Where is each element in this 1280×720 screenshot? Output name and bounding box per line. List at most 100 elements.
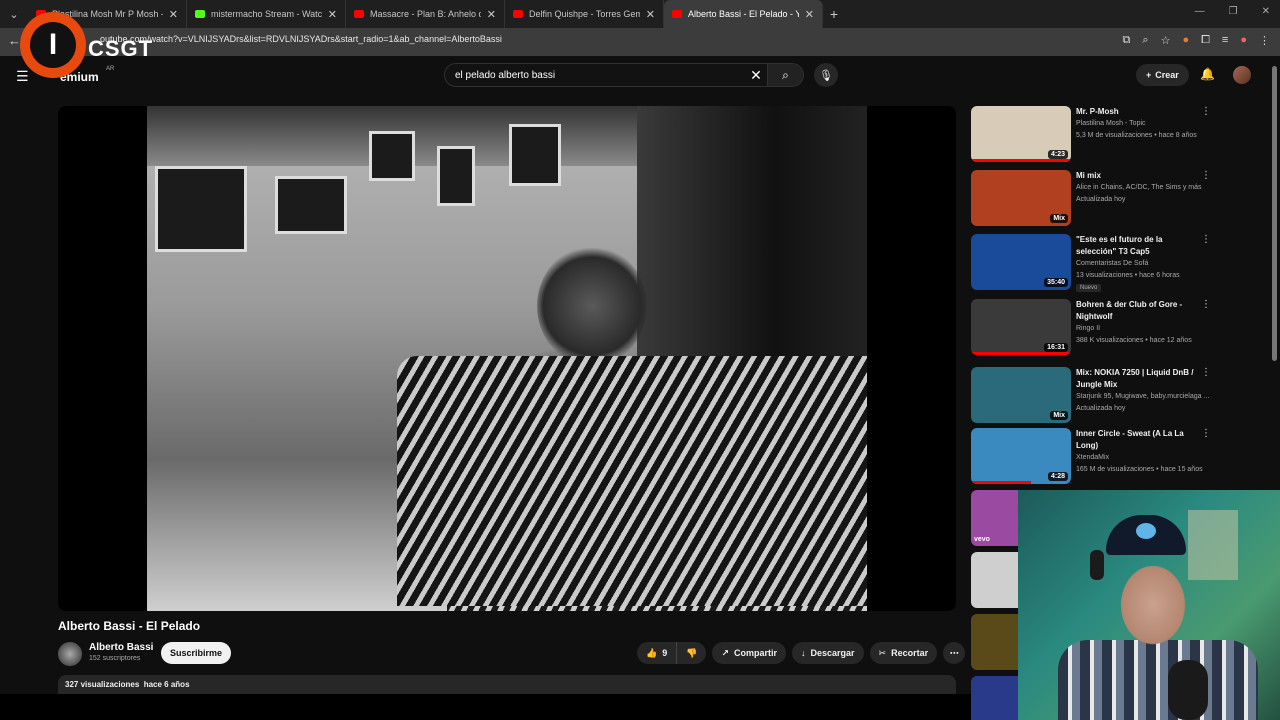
watch-progress-bar <box>971 352 1071 355</box>
cast-icon[interactable]: ⧉ <box>1123 34 1131 47</box>
dislike-button[interactable]: 👎 <box>677 642 707 664</box>
search-button[interactable]: ⌕ <box>767 64 803 86</box>
recommendation-thumbnail[interactable]: 35:40 <box>971 234 1071 290</box>
search-input[interactable] <box>445 69 745 81</box>
more-options-icon[interactable]: ⋮ <box>1201 170 1211 181</box>
recommendation-title[interactable]: Mix: NOKIA 7250 | Liquid DnB / Jungle Mi… <box>1076 367 1201 391</box>
tab-favicon-icon <box>195 10 205 18</box>
recommendation-channel[interactable]: Ringo II <box>1076 323 1211 335</box>
tab-favicon-icon <box>513 10 523 18</box>
tab-search-icon[interactable]: ⌄ <box>0 0 28 28</box>
tab-close-icon[interactable]: ✕ <box>487 8 496 21</box>
create-label: Crear <box>1155 70 1179 80</box>
download-button[interactable]: ↓ Descargar <box>792 642 864 664</box>
subscribe-button[interactable]: Suscribirme <box>161 642 232 664</box>
tab-close-icon[interactable]: ✕ <box>805 8 814 21</box>
create-button[interactable]: + Crear <box>1136 64 1189 86</box>
view-count: 327 visualizaciones <box>65 680 140 689</box>
voice-search-button[interactable]: 🎙 <box>814 63 838 87</box>
reading-list-icon[interactable]: ≡ <box>1222 34 1228 47</box>
webcam-cap-logo <box>1136 523 1156 539</box>
browser-tab[interactable]: mistermacho Stream - Watch Li ✕ <box>187 0 346 28</box>
extension-icon[interactable]: ● <box>1182 34 1189 47</box>
browser-menu-icon[interactable]: ⋮ <box>1259 34 1270 47</box>
recommendation-channel[interactable]: Plastilina Mosh - Topic <box>1076 118 1211 130</box>
recommendation-channel[interactable]: XtendaMix <box>1076 452 1211 464</box>
close-window-icon[interactable]: ✕ <box>1262 6 1270 17</box>
share-button[interactable]: ↗ Compartir <box>712 642 787 664</box>
more-options-icon[interactable]: ⋮ <box>1201 299 1211 310</box>
recommendation-thumbnail[interactable]: 4:28 <box>971 428 1071 484</box>
recommendation-item[interactable]: 4:28 Inner Circle - Sweat (A La La Long)… <box>971 428 1211 486</box>
new-tab-button[interactable]: + <box>823 6 845 22</box>
more-options-icon[interactable]: ⋮ <box>1201 234 1211 245</box>
tab-close-icon[interactable]: ✕ <box>328 8 337 21</box>
recommendation-item[interactable]: 16:31 Bohren & der Club of Gore - Nightw… <box>971 299 1211 357</box>
tab-favicon-icon <box>672 10 682 18</box>
recommendation-thumbnail[interactable]: Mix <box>971 367 1071 423</box>
tab-close-icon[interactable]: ✕ <box>169 8 178 21</box>
hamburger-menu-icon[interactable]: ☰ <box>16 68 29 85</box>
search-icon: ⌕ <box>782 67 789 82</box>
more-options-icon[interactable]: ⋮ <box>1201 106 1211 117</box>
recommendation-item[interactable]: Mix Mix: NOKIA 7250 | Liquid DnB / Jungl… <box>971 367 1211 425</box>
recommendation-title[interactable]: Bohren & der Club of Gore - Nightwolf <box>1076 299 1201 323</box>
recommendation-item[interactable]: 35:40 "Este es el futuro de la selección… <box>971 234 1211 292</box>
like-button[interactable]: 👍 9 <box>637 642 678 664</box>
restore-icon[interactable]: ❐ <box>1229 6 1238 17</box>
thumbs-up-icon: 👍 <box>646 647 658 658</box>
video-player[interactable] <box>58 106 956 611</box>
scrollbar[interactable] <box>1272 66 1277 361</box>
recommendation-thumbnail[interactable]: Mix <box>971 170 1071 226</box>
frame-picture <box>369 131 415 181</box>
recommendation-thumbnail[interactable]: 16:31 <box>971 299 1071 355</box>
frame-picture <box>155 166 247 252</box>
recommendation-title[interactable]: Inner Circle - Sweat (A La La Long) <box>1076 428 1201 452</box>
video-title: Alberto Bassi - El Pelado <box>58 619 201 633</box>
bookmark-star-icon[interactable]: ☆ <box>1161 34 1171 47</box>
recommendation-channel[interactable]: Starjunk 95, Mugiwave, baby.murcielaga .… <box>1076 391 1211 403</box>
share-label: Compartir <box>734 648 778 658</box>
recommendation-title[interactable]: Mi mix <box>1076 170 1201 182</box>
address-bar: ← outube.com/watch?v=VLNIJSYADrs&list=RD… <box>0 28 1280 56</box>
scissors-icon: ✂ <box>878 647 887 658</box>
more-options-icon[interactable]: ⋮ <box>1201 428 1211 439</box>
recommendation-thumbnail[interactable]: 4:23 <box>971 106 1071 162</box>
more-options-icon[interactable]: ⋮ <box>1201 367 1211 378</box>
zoom-icon[interactable]: ⌕ <box>1142 34 1148 47</box>
recommendation-channel[interactable]: Comentaristas De Sofá <box>1076 258 1211 270</box>
frame-picture <box>437 146 475 206</box>
clear-search-icon[interactable]: ✕ <box>745 67 767 84</box>
recommendation-thumbnail[interactable] <box>971 614 1018 670</box>
more-actions-button[interactable]: ⋯ <box>943 642 966 664</box>
recommendation-thumbnail[interactable] <box>971 676 1018 720</box>
profile-icon[interactable]: ● <box>1240 34 1247 47</box>
watch-progress-bar <box>971 159 1071 162</box>
frame-picture <box>275 176 347 234</box>
recommendation-item[interactable]: Mix Mi mix Alice in Chains, AC/DC, The S… <box>971 170 1211 228</box>
browser-tab[interactable]: Alberto Bassi - El Pelado - Y ✕ <box>664 0 823 28</box>
address-bar-icons: ⧉ ⌕ ☆ ● ⧠ ≡ ● ⋮ <box>1123 34 1270 47</box>
stream-logo: I <box>20 12 86 78</box>
recommendation-title[interactable]: "Este es el futuro de la selección" T3 C… <box>1076 234 1201 258</box>
recommendation-channel[interactable]: Alice in Chains, AC/DC, The Sims y más <box>1076 182 1211 194</box>
browser-tab[interactable]: Delfin Quishpe - Torres Gemela ✕ <box>505 0 664 28</box>
channel-avatar[interactable] <box>58 642 82 666</box>
account-avatar[interactable] <box>1233 66 1251 84</box>
tab-close-icon[interactable]: ✕ <box>646 8 655 21</box>
browser-tab[interactable]: Massacre - Plan B: Anhelo de s ✕ <box>346 0 505 28</box>
puzzle-icon[interactable]: ⧠ <box>1201 34 1210 47</box>
frame-blanket <box>397 356 867 606</box>
recommendation-thumbnail[interactable] <box>971 552 1018 608</box>
recommendation-title[interactable]: Mr. P-Mosh <box>1076 106 1201 118</box>
recommendation-item[interactable]: 4:23 Mr. P-Mosh Plastilina Mosh - Topic … <box>971 106 1211 164</box>
notifications-bell-icon[interactable]: 🔔 <box>1200 67 1215 81</box>
tab-title: mistermacho Stream - Watch Li <box>211 9 322 19</box>
video-frame <box>147 106 867 611</box>
channel-name[interactable]: Alberto Bassi <box>89 642 153 653</box>
minimize-icon[interactable]: — <box>1195 6 1205 17</box>
recommendation-thumbnail[interactable]: vevo <box>971 490 1018 546</box>
clip-button[interactable]: ✂ Recortar <box>869 642 938 664</box>
url-field[interactable]: outube.com/watch?v=VLNIJSYADrs&list=RDVL… <box>100 34 502 44</box>
search-box: ✕ ⌕ <box>444 63 804 87</box>
